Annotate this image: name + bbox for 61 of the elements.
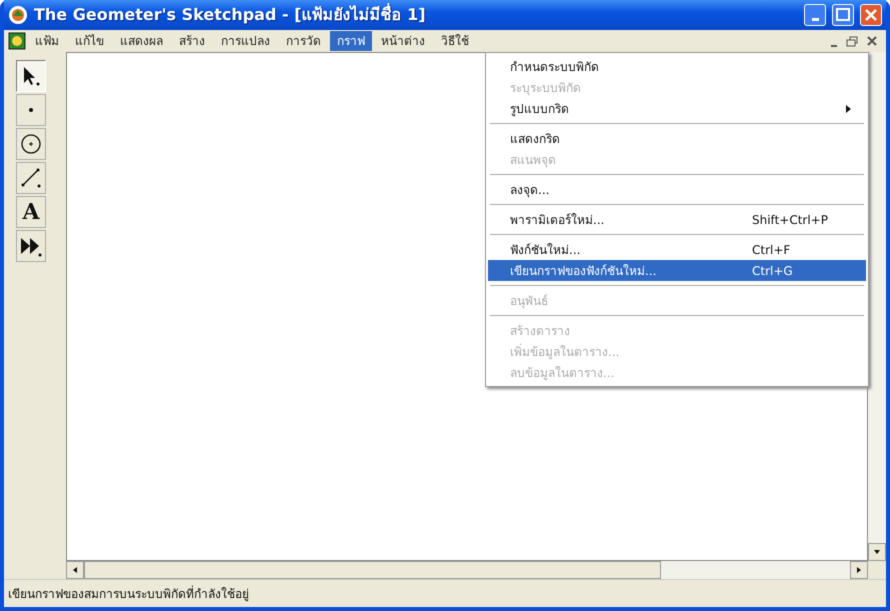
point-tool-icon — [28, 107, 34, 113]
window-title: The Geometer's Sketchpad - [แฟ้มยังไม่มีชื่อ 1] — [34, 3, 427, 26]
menu-item[interactable]: หน้าต่าง — [374, 31, 432, 51]
menu-option[interactable]: ฟังก์ชันใหม่... Ctrl+F — [488, 239, 866, 260]
close-icon — [866, 35, 879, 48]
menu-item[interactable]: กราฟ — [330, 31, 372, 51]
option-label: ลงจุด... — [510, 182, 550, 198]
option-label: กำหนดระบบพิกัด — [510, 58, 599, 76]
right-arrow-icon — [857, 567, 861, 573]
menu-item[interactable]: วิธีใช้ — [434, 31, 476, 51]
menu-item[interactable]: แก้ไข — [68, 31, 111, 51]
option-label: แสดงกริด — [510, 130, 560, 148]
option-label: อนุพันธ์ — [510, 292, 548, 310]
document-icon — [8, 32, 26, 50]
tool-button[interactable] — [16, 60, 46, 92]
option-label: เพิ่มข้อมูลในตาราง... — [510, 342, 620, 360]
maximize-icon — [834, 6, 852, 24]
menu-option[interactable]: รูปแบบกริด — [488, 98, 866, 119]
menu-option[interactable]: ลงจุด... — [488, 179, 866, 200]
left-arrow-icon — [73, 567, 77, 573]
menu-item[interactable]: การแปลง — [214, 31, 277, 51]
option-label: ระบุระบบพิกัด — [510, 80, 581, 96]
menu-item[interactable]: การวัด — [279, 31, 328, 51]
tool-button[interactable] — [16, 162, 46, 194]
scroll-thumb[interactable] — [84, 561, 662, 579]
option-label: ลบข้อมูลในตาราง... — [510, 364, 614, 382]
option-label: สร้างตาราง — [510, 322, 570, 340]
tool-button[interactable] — [16, 128, 46, 160]
shortcut-text: Ctrl+F — [752, 242, 792, 258]
close-button[interactable] — [860, 4, 882, 26]
tool-button[interactable] — [16, 230, 46, 262]
straightedge-tool-icon — [19, 166, 43, 190]
menu-option[interactable]: กำหนดระบบพิกัด — [488, 56, 866, 77]
minimize-button[interactable] — [804, 4, 826, 26]
option-label: ฟังก์ชันใหม่... — [510, 242, 580, 258]
minimize-icon — [831, 44, 837, 47]
menu-option[interactable]: แสดงกริด — [488, 128, 866, 149]
scroll-down-button[interactable] — [868, 543, 886, 561]
option-label: เขียนกราฟของฟังก์ชันใหม่... — [510, 262, 656, 280]
vertical-scrollbar[interactable] — [868, 52, 886, 561]
menu-item[interactable]: แสดงผล — [113, 31, 170, 51]
shortcut-text: Ctrl+G — [752, 262, 794, 280]
minimize-icon — [812, 18, 818, 20]
option-label: สแนพจุด — [510, 152, 556, 168]
app-icon — [8, 5, 28, 25]
menu-option[interactable]: เขียนกราฟของฟังก์ชันใหม่... Ctrl+G — [488, 260, 866, 281]
maximize-button[interactable] — [832, 4, 854, 26]
horizontal-scrollbar[interactable] — [66, 561, 868, 579]
menu-item[interactable]: แฟ้ม — [28, 31, 66, 51]
down-arrow-icon — [874, 550, 880, 554]
scroll-right-button[interactable] — [850, 561, 868, 579]
scroll-left-button[interactable] — [66, 561, 84, 579]
compass-tool-icon — [19, 132, 43, 156]
menu-option[interactable]: พารามิเตอร์ใหม่... Shift+Ctrl+P — [488, 209, 866, 230]
restore-icon — [845, 35, 858, 48]
option-label: รูปแบบกริด — [510, 100, 569, 118]
menu-item[interactable]: สร้าง — [172, 31, 212, 51]
shortcut-text: Shift+Ctrl+P — [752, 212, 829, 228]
option-label: พารามิเตอร์ใหม่... — [510, 212, 604, 228]
text-tool-button[interactable]: A — [16, 196, 46, 228]
status-text: เขียนกราฟของสมการบนระบบพิกัดที่กำลังใช้อยู่ — [8, 584, 249, 602]
